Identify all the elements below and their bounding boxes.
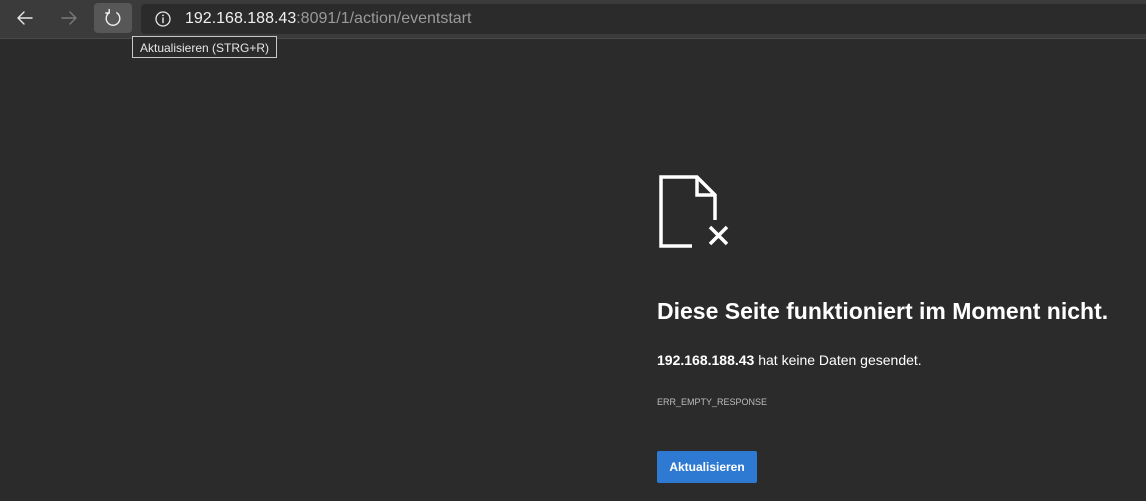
reload-icon — [105, 8, 121, 26]
reload-button[interactable]: Aktualisieren — [657, 451, 757, 483]
error-code: ERR_EMPTY_RESPONSE — [657, 397, 768, 407]
forward-button[interactable] — [50, 3, 88, 33]
error-title: Diese Seite funktioniert im Moment nicht… — [657, 298, 1109, 324]
address-bar[interactable]: 192.168.188.43:8091/1/action/eventstart — [141, 4, 1146, 34]
url-path: :8091/1/action/eventstart — [296, 10, 472, 27]
error-message: hat keine Daten gesendet. — [754, 352, 922, 368]
browser-toolbar: 192.168.188.43:8091/1/action/eventstart — [0, 0, 1146, 39]
reload-button-toolbar[interactable] — [94, 3, 132, 33]
info-circle-icon[interactable] — [154, 10, 172, 28]
error-description: 192.168.188.43 hat keine Daten gesendet. — [657, 351, 922, 369]
reload-tooltip: Aktualisieren (STRG+R) — [132, 36, 278, 58]
url-host: 192.168.188.43 — [185, 10, 297, 27]
url-text[interactable]: 192.168.188.43:8091/1/action/eventstart — [185, 9, 471, 29]
error-host: 192.168.188.43 — [657, 352, 755, 368]
back-button[interactable] — [6, 3, 44, 33]
arrow-right-icon — [61, 11, 77, 25]
broken-page-icon — [659, 175, 729, 248]
arrow-left-icon — [17, 11, 33, 25]
